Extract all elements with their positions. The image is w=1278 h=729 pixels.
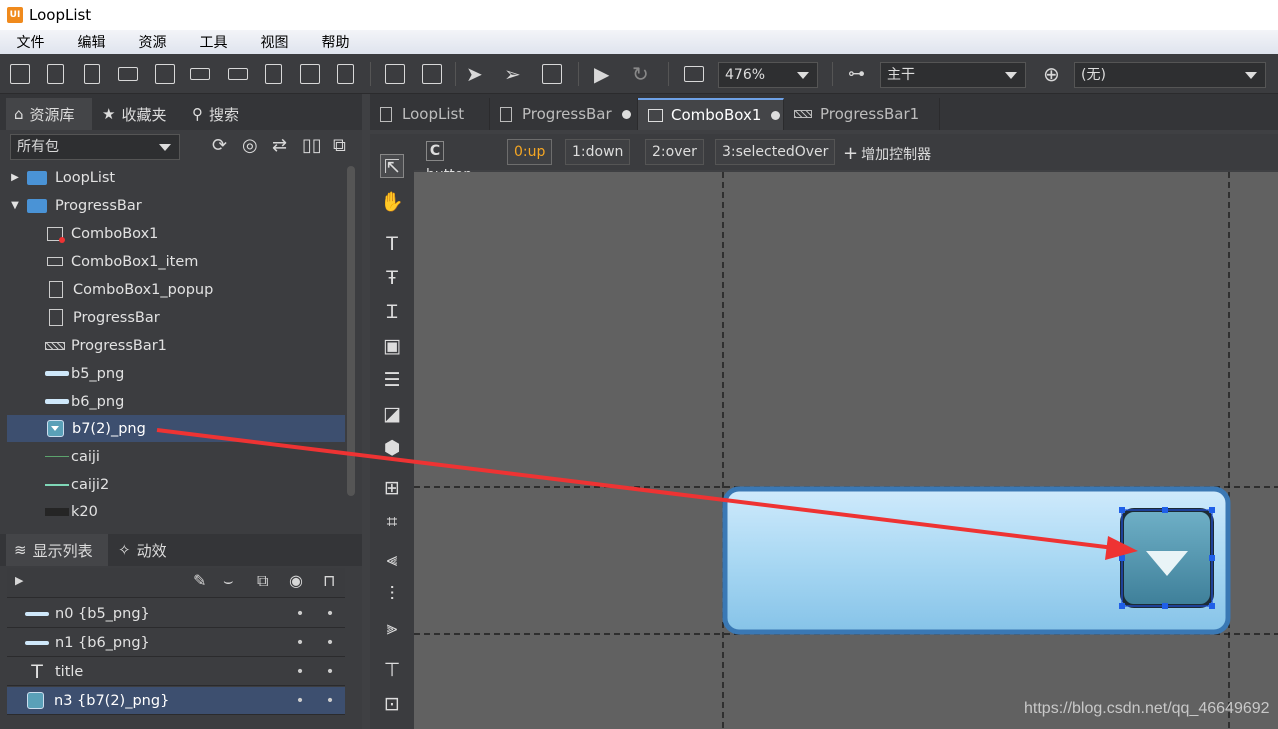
annotation-arrow — [156, 428, 1138, 560]
arrow-head — [1105, 536, 1138, 560]
arrow-shaft — [156, 428, 1115, 550]
